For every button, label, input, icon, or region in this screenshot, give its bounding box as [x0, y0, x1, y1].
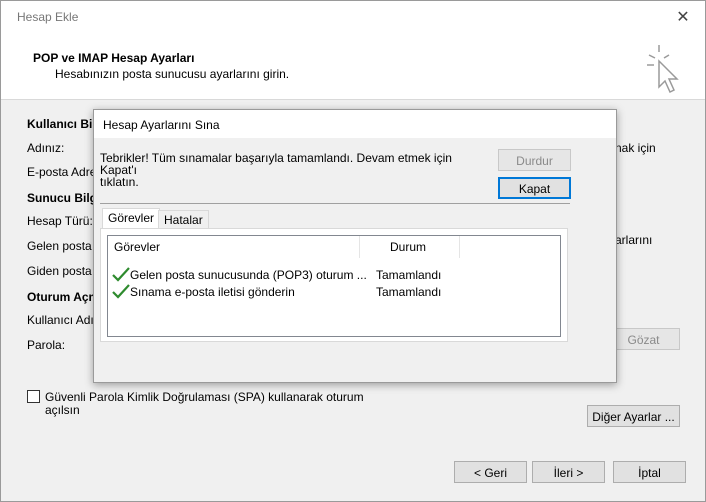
test-account-settings-dialog: Hesap Ayarlarını Sına Tebrikler! Tüm sın… — [93, 109, 617, 383]
window-title: Hesap Ekle — [17, 10, 79, 24]
next-button[interactable]: İleri > — [532, 461, 605, 483]
server-info-heading: Sunucu Bilgi — [27, 191, 101, 205]
tab-tasks[interactable]: Görevler — [102, 208, 161, 228]
task-name: Sınama e-posta iletisi gönderin — [130, 285, 295, 299]
tab-errors[interactable]: Hatalar — [158, 210, 209, 228]
click-cursor-icon — [647, 45, 679, 94]
title-bar: Hesap Ekle ✕ — [1, 1, 705, 35]
column-header-tasks[interactable]: Görevler — [108, 236, 360, 258]
close-icon[interactable]: ✕ — [671, 7, 695, 29]
header-subtitle: Hesabınızın posta sunucusu ayarlarını gi… — [55, 67, 290, 81]
dialog-title-bar: Hesap Ayarlarını Sına — [94, 110, 616, 138]
header-title: POP ve IMAP Hesap Ayarları — [33, 51, 195, 65]
success-message-line2: tıklatın. — [100, 175, 139, 189]
task-name: Gelen posta sunucusunda (POP3) oturum ..… — [130, 268, 367, 282]
tasks-tab-panel: Görevler Durum Gelen posta sunucusunda (… — [100, 228, 568, 342]
spa-label-line2: açılsın — [45, 403, 80, 417]
dialog-title: Hesap Ayarlarını Sına — [103, 118, 220, 132]
column-header-status[interactable]: Durum — [360, 236, 460, 258]
list-item[interactable]: Gelen posta sunucusunda (POP3) oturum ..… — [108, 267, 560, 285]
checkmark-icon — [112, 284, 130, 299]
tasks-list: Görevler Durum Gelen posta sunucusunda (… — [107, 235, 561, 337]
browse-button[interactable]: Gözat — [607, 328, 680, 350]
right-text-1: nak için — [615, 141, 656, 155]
checkmark-icon — [112, 267, 130, 282]
task-status: Tamamlandı — [376, 285, 442, 299]
spa-checkbox[interactable] — [27, 390, 40, 403]
logon-heading: Oturum Açm — [27, 290, 100, 304]
close-button[interactable]: Kapat — [498, 177, 571, 199]
back-button[interactable]: < Geri — [454, 461, 527, 483]
stop-button[interactable]: Durdur — [498, 149, 571, 171]
email-label: E-posta Adre — [27, 165, 97, 179]
name-label: Adınız: — [27, 141, 65, 155]
incoming-server-label: Gelen posta — [27, 239, 92, 253]
separator — [100, 203, 570, 204]
success-message-line1: Tebrikler! Tüm sınamalar başarıyla tamam… — [100, 151, 452, 177]
list-item[interactable]: Sınama e-posta iletisi gönderin Tamamlan… — [108, 284, 560, 302]
cancel-button[interactable]: İptal — [613, 461, 686, 483]
username-label: Kullanıcı Adı: — [27, 313, 98, 327]
more-settings-button[interactable]: Diğer Ayarlar ... — [587, 405, 680, 427]
task-status: Tamamlandı — [376, 268, 442, 282]
account-type-label: Hesap Türü: — [27, 214, 93, 228]
password-label: Parola: — [27, 338, 66, 352]
right-text-2: arlarını — [615, 233, 653, 247]
outgoing-server-label: Giden posta — [27, 264, 92, 278]
spa-label-line1: Güvenli Parola Kimlik Doğrulaması (SPA) … — [45, 390, 364, 404]
wizard-header: POP ve IMAP Hesap Ayarları Hesabınızın p… — [1, 35, 705, 100]
user-info-heading: Kullanıcı Bilg — [27, 117, 104, 131]
success-message: Tebrikler! Tüm sınamalar başarıyla tamam… — [100, 152, 470, 188]
